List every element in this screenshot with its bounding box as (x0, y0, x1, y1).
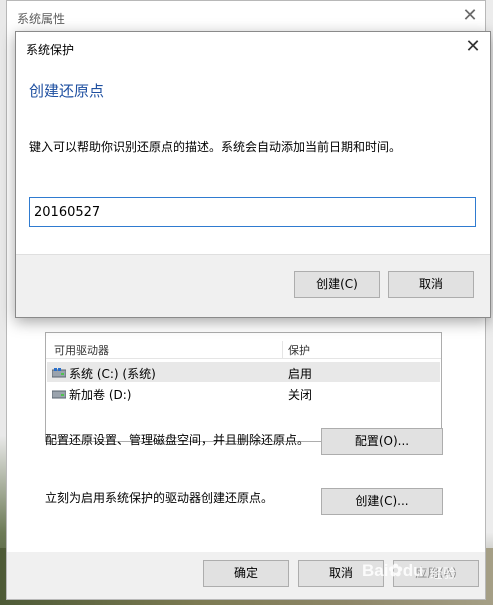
drive-icon (51, 388, 67, 399)
paw-icon: ✿ (388, 561, 403, 580)
column-divider (282, 341, 283, 359)
drive-column-header[interactable]: 可用驱动器 (54, 342, 109, 358)
system-properties-title: 系统属性 (17, 12, 66, 26)
system-properties-close-icon[interactable]: ✕ (455, 3, 485, 29)
dialog-create-button[interactable]: 创建(C) (294, 271, 380, 298)
system-properties-titlebar: 系统属性 ✕ (7, 1, 485, 32)
protection-column-header[interactable]: 保护 (288, 342, 310, 358)
watermark-sub: 经验 (430, 567, 457, 582)
drive-protection-status: 关闭 (288, 388, 313, 402)
create-description: 立刻为启用系统保护的驱动器创建还原点。 (45, 491, 274, 505)
configure-description: 配置还原设置、管理磁盘空间，并且删除还原点。 (45, 433, 310, 447)
drive-row-d[interactable]: 新加卷 (D:) 关闭 (47, 383, 440, 403)
create-restore-point-dialog: 系统保护 ✕ 创建还原点 键入可以帮助你识别还原点的描述。系统会自动添加当前日期… (15, 31, 491, 318)
drive-protection-status: 启用 (288, 367, 313, 381)
ok-button[interactable]: 确定 (203, 560, 289, 587)
configure-button[interactable]: 配置(O)... (321, 428, 443, 455)
watermark-brand: Bai✿du (362, 561, 424, 580)
drive-name: 系统 (C:) (系统) (69, 367, 156, 381)
dialog-description: 键入可以帮助你识别还原点的描述。系统会自动添加当前日期和时间。 (29, 140, 402, 154)
create-restore-point-button[interactable]: 创建(C)... (321, 488, 443, 515)
drive-name: 新加卷 (D:) (69, 388, 132, 402)
dialog-footer: 创建(C) 取消 (16, 254, 490, 317)
drive-row-c[interactable]: 系统 (C:) (系统) 启用 (47, 362, 440, 382)
drive-list-header: 可用驱动器 保护 (46, 341, 441, 359)
dialog-cancel-button[interactable]: 取消 (388, 271, 474, 298)
baidu-watermark: Bai✿du 经验 (362, 558, 472, 588)
system-drive-icon (51, 367, 67, 378)
dialog-heading: 创建还原点 (29, 82, 105, 100)
restore-point-description-input[interactable] (29, 197, 476, 227)
dialog-close-icon[interactable]: ✕ (458, 34, 488, 60)
drive-list[interactable]: 可用驱动器 保护 系统 (C:) (系统) 启用 新加卷 (D:) 关闭 (45, 332, 442, 442)
dialog-title: 系统保护 (26, 43, 75, 57)
